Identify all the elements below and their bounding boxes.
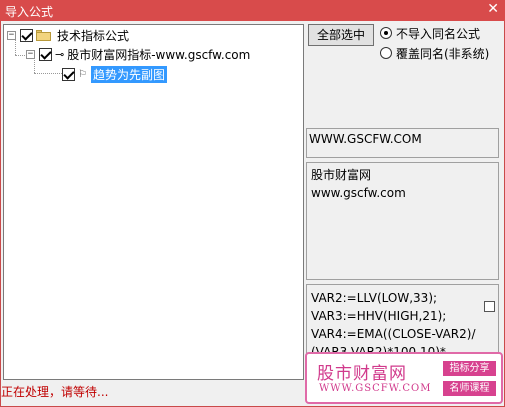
collapse-icon[interactable]: −	[7, 30, 16, 40]
key-icon: ⊸	[55, 47, 64, 61]
description-line: www.gscfw.com	[311, 186, 406, 200]
watermark-logo: 股市财富网 WWW.GSCFW.COM 指标分享 名师课程	[305, 352, 503, 404]
code-line: VAR3:=HHV(HIGH,21);	[311, 309, 447, 323]
watermark-tag-share: 指标分享	[443, 361, 496, 376]
close-icon[interactable]: ✕	[487, 1, 499, 17]
tree-node-source[interactable]: − ⊸ 股市财富网指标-www.gscfw.com	[26, 45, 250, 63]
folder-icon	[36, 29, 51, 41]
title-bar: 导入公式 ✕	[0, 0, 505, 21]
status-text: 正在处理，请等待...	[1, 385, 109, 399]
tree-node-label: 股市财富网指标-www.gscfw.com	[67, 47, 251, 62]
tree-node-formula[interactable]: ⚐ 趋势为先副图	[62, 65, 167, 83]
tree-node-label: 技术指标公式	[57, 28, 130, 43]
code-option-checkbox[interactable]	[484, 301, 495, 312]
radio-overwrite-duplicates[interactable]: 覆盖同名(非系统)	[380, 45, 489, 61]
code-line: VAR2:=LLV(LOW,33);	[311, 291, 438, 305]
watermark-name: 股市财富网	[317, 364, 407, 384]
tree-node-root[interactable]: − 技术指标公式	[7, 26, 129, 44]
source-checkbox[interactable]	[39, 47, 52, 61]
root-checkbox[interactable]	[20, 28, 33, 42]
description-field[interactable]: 股市财富网 www.gscfw.com	[306, 162, 499, 280]
description-line: 股市财富网	[311, 168, 372, 182]
radio-label: 不导入同名公式	[396, 26, 481, 41]
window-title: 导入公式	[5, 5, 54, 19]
watermark-tag-course: 名师课程	[443, 381, 496, 396]
watermark-site: WWW.GSCFW.COM	[319, 383, 432, 394]
source-url: WWW.GSCFW.COM	[309, 132, 422, 146]
radio-button[interactable]	[380, 27, 392, 39]
radio-label: 覆盖同名(非系统)	[396, 46, 490, 61]
radio-button[interactable]	[380, 47, 392, 59]
formula-checkbox[interactable]	[62, 67, 75, 81]
code-line: VAR4:=EMA((CLOSE-VAR2)/	[311, 327, 476, 341]
formula-icon: ⚐	[78, 68, 87, 80]
source-url-field: WWW.GSCFW.COM	[306, 128, 499, 158]
select-all-button[interactable]: 全部选中	[308, 24, 374, 46]
tree-node-label[interactable]: 趋势为先副图	[90, 65, 167, 83]
collapse-icon[interactable]: −	[26, 49, 35, 59]
radio-skip-duplicates[interactable]: 不导入同名公式	[380, 25, 480, 41]
formula-tree[interactable]: − 技术指标公式 − ⊸ 股市财富网指标-www.gscfw.com ⚐ 趋势为…	[3, 24, 304, 380]
